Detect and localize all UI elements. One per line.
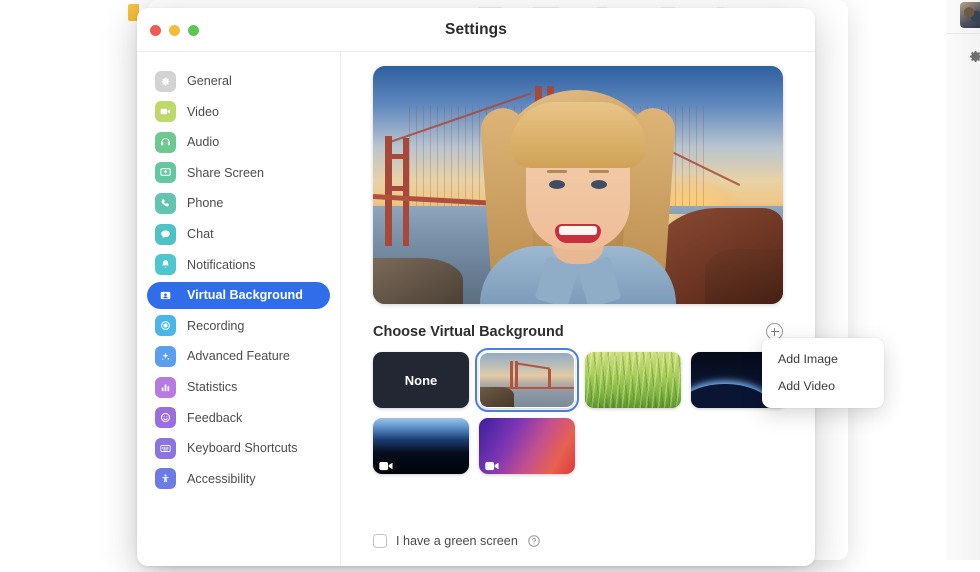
foreground-rock	[373, 258, 463, 304]
sidebar-item-label: Statistics	[187, 380, 238, 395]
avatar[interactable]	[960, 2, 980, 28]
bridge-tower-left2	[515, 361, 518, 389]
sidebar-item-virtual-background[interactable]: Virtual Background	[147, 281, 330, 309]
sidebar-item-label: Advanced Feature	[187, 349, 290, 364]
eyebrow-left	[547, 170, 567, 173]
sidebar-item-label: Accessibility	[187, 471, 256, 486]
sidebar-item-label: Keyboard Shortcuts	[187, 441, 298, 456]
sparkle-icon	[155, 345, 176, 367]
video-camera-badge-icon	[485, 458, 500, 471]
person-badge-icon	[155, 284, 176, 306]
bridge-tower-left	[385, 136, 392, 246]
marin-headlands-cliff2	[705, 249, 783, 304]
sidebar-item-notifications[interactable]: Notifications	[147, 251, 330, 278]
gear-icon[interactable]	[967, 48, 980, 65]
sidebar-item-chat[interactable]: Chat	[147, 221, 330, 248]
headphones-icon	[155, 131, 176, 153]
sidebar: General Video Audio Share Screen Phone Chat No…	[137, 52, 341, 566]
video-camera-badge-icon	[379, 458, 394, 471]
bridge-deck	[502, 387, 574, 389]
menu-item-add-video[interactable]: Add Video	[762, 373, 884, 400]
sidebar-item-label: Chat	[187, 227, 214, 242]
phone-icon	[155, 192, 176, 214]
bridge-tower-right	[548, 369, 551, 387]
background-grass[interactable]	[585, 352, 681, 408]
sidebar-item-label: Share Screen	[187, 165, 265, 180]
main-window-right-panel	[946, 0, 980, 560]
sidebar-item-accessibility[interactable]: Accessibility	[147, 465, 330, 492]
green-screen-row: I have a green screen	[373, 534, 541, 548]
panel-divider	[946, 33, 980, 34]
background-horizon[interactable]	[373, 418, 469, 474]
settings-body: General Video Audio Share Screen Phone Chat No…	[137, 52, 815, 566]
hair-bangs	[510, 102, 646, 168]
share-screen-icon	[155, 162, 176, 184]
sidebar-item-label: Feedback	[187, 410, 243, 425]
sidebar-item-keyboard-shortcuts[interactable]: Keyboard Shortcuts	[147, 435, 330, 462]
sidebar-item-label: Recording	[187, 318, 245, 333]
page-title: Settings	[445, 21, 507, 38]
bridge-tower-left	[510, 361, 513, 389]
background-none[interactable]: None	[373, 352, 469, 408]
sidebar-item-general[interactable]: General	[147, 68, 330, 95]
accessibility-icon	[155, 468, 176, 490]
sidebar-item-feedback[interactable]: Feedback	[147, 404, 330, 431]
screenshot-canvas: Settings General Video Audio Share Screen Ph…	[0, 0, 980, 572]
video-preview[interactable]	[373, 66, 783, 304]
sidebar-item-statistics[interactable]: Statistics	[147, 374, 330, 401]
sidebar-item-share-screen[interactable]: Share Screen	[147, 159, 330, 186]
section-title: Choose Virtual Background	[373, 323, 564, 340]
green-screen-label: I have a green screen	[396, 534, 518, 548]
sidebar-item-recording[interactable]: Recording	[147, 312, 330, 339]
keyboard-icon	[155, 437, 176, 459]
thumbnail-label: None	[404, 372, 438, 388]
gear-icon	[155, 70, 176, 92]
sidebar-item-video[interactable]: Video	[147, 98, 330, 125]
sidebar-item-label: Video	[187, 104, 219, 119]
person-subject	[478, 72, 678, 304]
choose-background-row: Choose Virtual Background	[373, 323, 783, 340]
question-mark-circle-icon[interactable]	[527, 534, 541, 548]
bridge-cable	[516, 362, 550, 370]
sidebar-item-label: Notifications	[187, 257, 256, 272]
sidebar-item-advanced-feature[interactable]: Advanced Feature	[147, 343, 330, 370]
record-circle-icon	[155, 315, 176, 337]
eye-right	[591, 180, 607, 189]
sidebar-item-label: Phone	[187, 196, 224, 211]
menu-item-add-image[interactable]: Add Image	[762, 346, 884, 373]
teeth	[559, 226, 597, 235]
background-thumbnail-grid: None	[373, 347, 793, 474]
foreground-rock	[480, 387, 514, 407]
smiley-face-icon	[155, 407, 176, 429]
settings-window[interactable]: Settings General Video Audio Share Screen Ph…	[137, 8, 815, 566]
sidebar-item-label: General	[187, 74, 232, 89]
chat-bubble-icon	[155, 223, 176, 245]
sidebar-item-audio[interactable]: Audio	[147, 129, 330, 156]
video-camera-icon	[155, 101, 176, 123]
background-bridge[interactable]	[474, 347, 580, 413]
sidebar-item-label: Audio	[187, 135, 220, 150]
green-screen-checkbox[interactable]	[373, 534, 387, 548]
bell-icon	[155, 254, 176, 276]
titlebar: Settings	[137, 8, 815, 52]
settings-content: Choose Virtual Background None I have a …	[341, 52, 815, 566]
bridge-crossbar-left2	[385, 186, 409, 191]
eyebrow-right	[589, 170, 609, 173]
sidebar-item-phone[interactable]: Phone	[147, 190, 330, 217]
bridge-crossbar-left	[385, 154, 409, 159]
background-gradient[interactable]	[479, 418, 575, 474]
sidebar-item-label: Virtual Background	[187, 288, 303, 303]
bar-chart-icon	[155, 376, 176, 398]
eye-left	[549, 180, 565, 189]
add-background-menu[interactable]: Add Image Add Video	[762, 338, 884, 408]
